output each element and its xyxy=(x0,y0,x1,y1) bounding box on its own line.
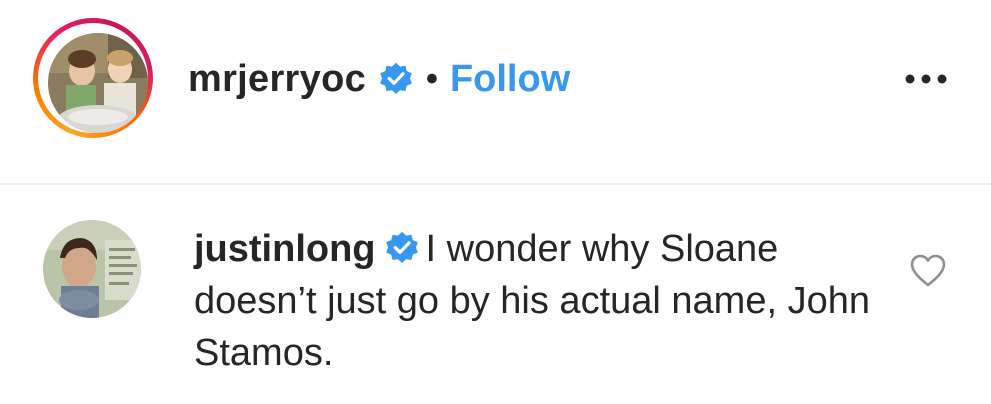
verified-badge-icon xyxy=(380,62,412,94)
commenter-avatar-photo xyxy=(43,220,141,318)
comment-body: justinlong I wonder why Sloane doesn’t ju… xyxy=(194,223,884,379)
verified-badge-icon xyxy=(385,231,418,263)
follow-button[interactable]: Follow xyxy=(450,58,570,101)
more-options-icon[interactable] xyxy=(900,64,952,94)
avatar-photo xyxy=(48,33,148,133)
comment-username[interactable]: justinlong xyxy=(194,228,376,270)
avatar[interactable] xyxy=(48,33,148,133)
post-header: mrjerryoc • Follow xyxy=(0,0,991,183)
heart-outline-icon[interactable] xyxy=(908,252,948,288)
commenter-avatar[interactable] xyxy=(43,220,141,318)
header-name-row: mrjerryoc • Follow xyxy=(188,54,570,104)
story-ring-inner xyxy=(38,23,148,133)
post-username[interactable]: mrjerryoc xyxy=(188,58,366,101)
story-ring[interactable] xyxy=(33,18,153,138)
comment-item: justinlong I wonder why Sloane doesn’t ju… xyxy=(0,185,991,404)
separator-dot: • xyxy=(426,59,438,98)
